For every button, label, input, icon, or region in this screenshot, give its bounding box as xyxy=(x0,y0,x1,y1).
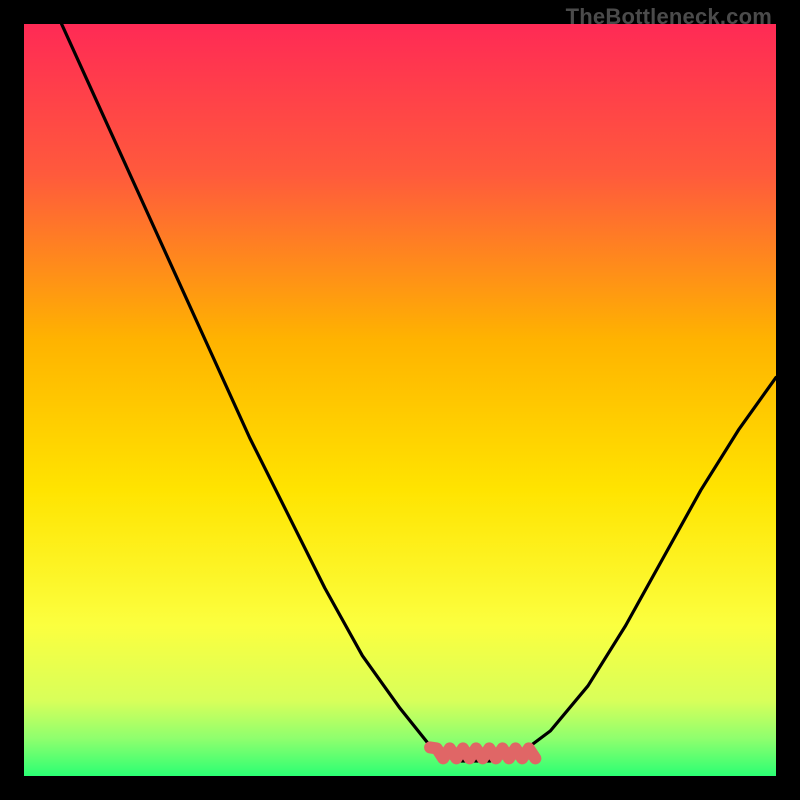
chart-plot xyxy=(24,24,776,776)
chart-background-gradient xyxy=(24,24,776,776)
optimal-region-squiggle xyxy=(430,747,535,758)
watermark-text: TheBottleneck.com xyxy=(566,4,772,30)
chart-frame xyxy=(24,24,776,776)
